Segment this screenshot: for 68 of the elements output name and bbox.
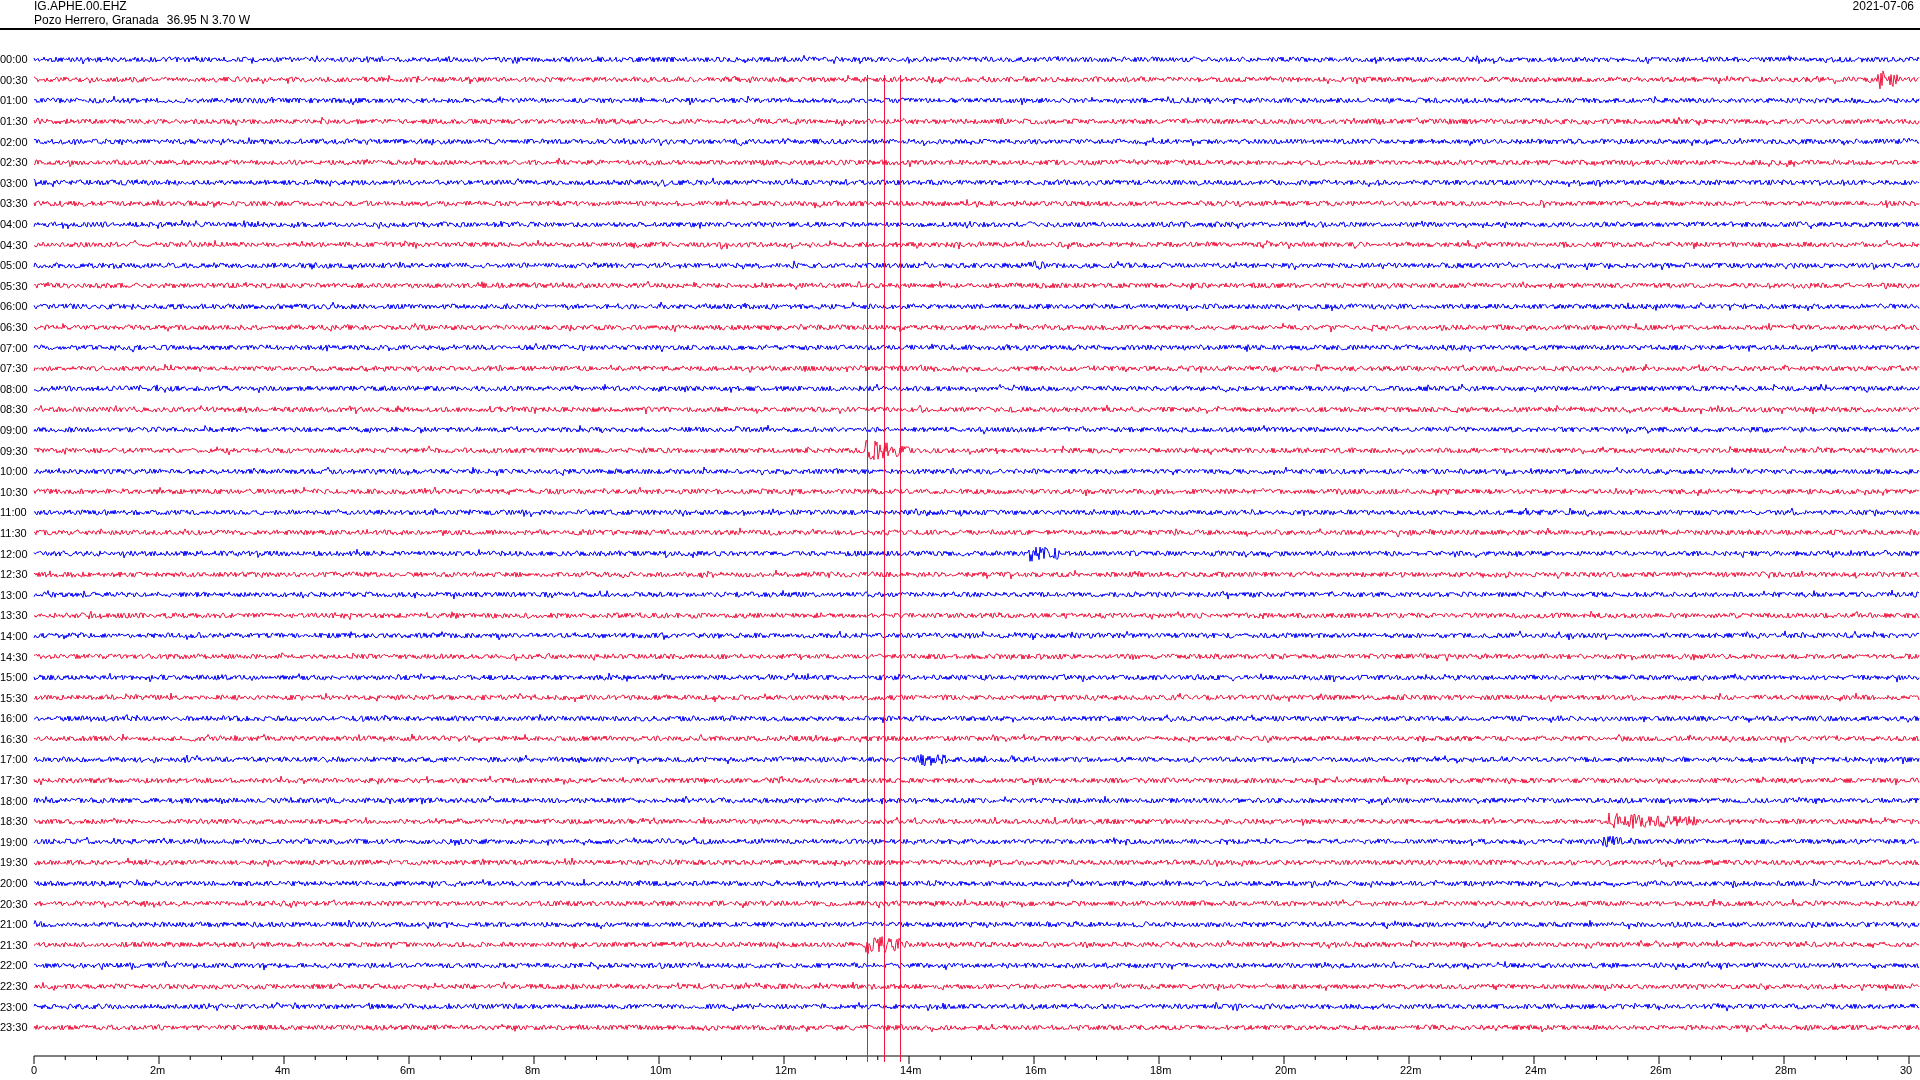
time-label: 06:30 — [0, 321, 29, 333]
time-label: 20:00 — [0, 877, 29, 890]
time-label: 00:00 — [0, 53, 29, 66]
time-label: 11:30 — [0, 526, 28, 539]
time-label: 08:00 — [0, 382, 29, 395]
axis-label: 14m — [900, 1063, 922, 1076]
station-coordinates: 36.95 N 3.70 W — [166, 13, 251, 27]
time-label: 09:30 — [0, 444, 29, 457]
time-label: 22:30 — [0, 980, 29, 992]
time-label: 04:30 — [0, 238, 29, 251]
time-label: 16:00 — [0, 712, 29, 725]
time-label: 10:00 — [0, 465, 29, 478]
time-label: 07:00 — [0, 341, 29, 354]
time-label: 16:30 — [0, 732, 29, 745]
time-label: 05:00 — [0, 259, 29, 272]
time-label: 11:00 — [0, 506, 28, 519]
axis-label: 8m — [525, 1063, 541, 1076]
time-label: 12:00 — [0, 547, 29, 560]
time-label: 19:00 — [0, 835, 29, 848]
time-label: 12:30 — [0, 568, 29, 581]
time-label: 05:30 — [0, 279, 29, 292]
time-label: 13:00 — [0, 588, 29, 601]
time-label: 08:30 — [0, 403, 29, 416]
axis-label: 30 — [1900, 1063, 1913, 1076]
time-label: 18:30 — [0, 815, 29, 828]
axis-label: 22m — [1400, 1063, 1422, 1076]
time-label: 18:00 — [0, 794, 29, 807]
time-label: 23:00 — [0, 1000, 29, 1013]
station-code: IG.APHE.00.EHZ — [34, 0, 127, 13]
time-label: 03:00 — [0, 176, 29, 189]
axis-label: 10m — [650, 1063, 672, 1076]
axis-label: 20m — [1275, 1063, 1297, 1076]
time-label: 21:00 — [0, 918, 29, 931]
time-label: 09:00 — [0, 424, 29, 436]
time-label: 14:30 — [0, 650, 29, 663]
time-label: 04:00 — [0, 218, 29, 231]
station-location: Pozo Herrero, Granada — [34, 13, 159, 27]
axis-label: 16m — [1025, 1063, 1047, 1076]
time-label: 03:30 — [0, 197, 29, 210]
axis-label: 2m — [150, 1063, 166, 1076]
time-label: 19:30 — [0, 856, 29, 869]
time-label: 14:00 — [0, 629, 29, 642]
time-label: 23:30 — [0, 1021, 29, 1034]
time-label: 21:30 — [0, 938, 29, 951]
time-label: 20:30 — [0, 897, 29, 910]
axis-label: 4m — [275, 1063, 291, 1076]
time-label: 02:00 — [0, 135, 29, 148]
time-label: 07:30 — [0, 362, 29, 375]
axis-label: 24m — [1525, 1063, 1547, 1076]
time-label: 22:00 — [0, 959, 29, 972]
time-label: 13:30 — [0, 609, 29, 622]
axis-label: 18m — [1150, 1063, 1172, 1076]
date-label: 2021-07-06 — [1852, 0, 1914, 13]
time-label: 15:00 — [0, 671, 29, 684]
axis-label: 26m — [1650, 1063, 1672, 1076]
axis-label: 12m — [775, 1063, 797, 1076]
time-label: 02:30 — [0, 156, 29, 169]
time-label: 17:00 — [0, 753, 29, 766]
axis-label: 6m — [400, 1063, 416, 1076]
time-label: 00:30 — [0, 73, 29, 86]
time-label: 01:00 — [0, 94, 29, 107]
time-label: 06:00 — [0, 300, 29, 313]
time-label: 01:30 — [0, 115, 29, 128]
axis-label: 28m — [1775, 1063, 1797, 1076]
time-label: 15:30 — [0, 691, 29, 704]
axis-label: 0 — [31, 1063, 38, 1076]
time-label: 17:30 — [0, 774, 29, 787]
time-label: 10:30 — [0, 485, 29, 498]
